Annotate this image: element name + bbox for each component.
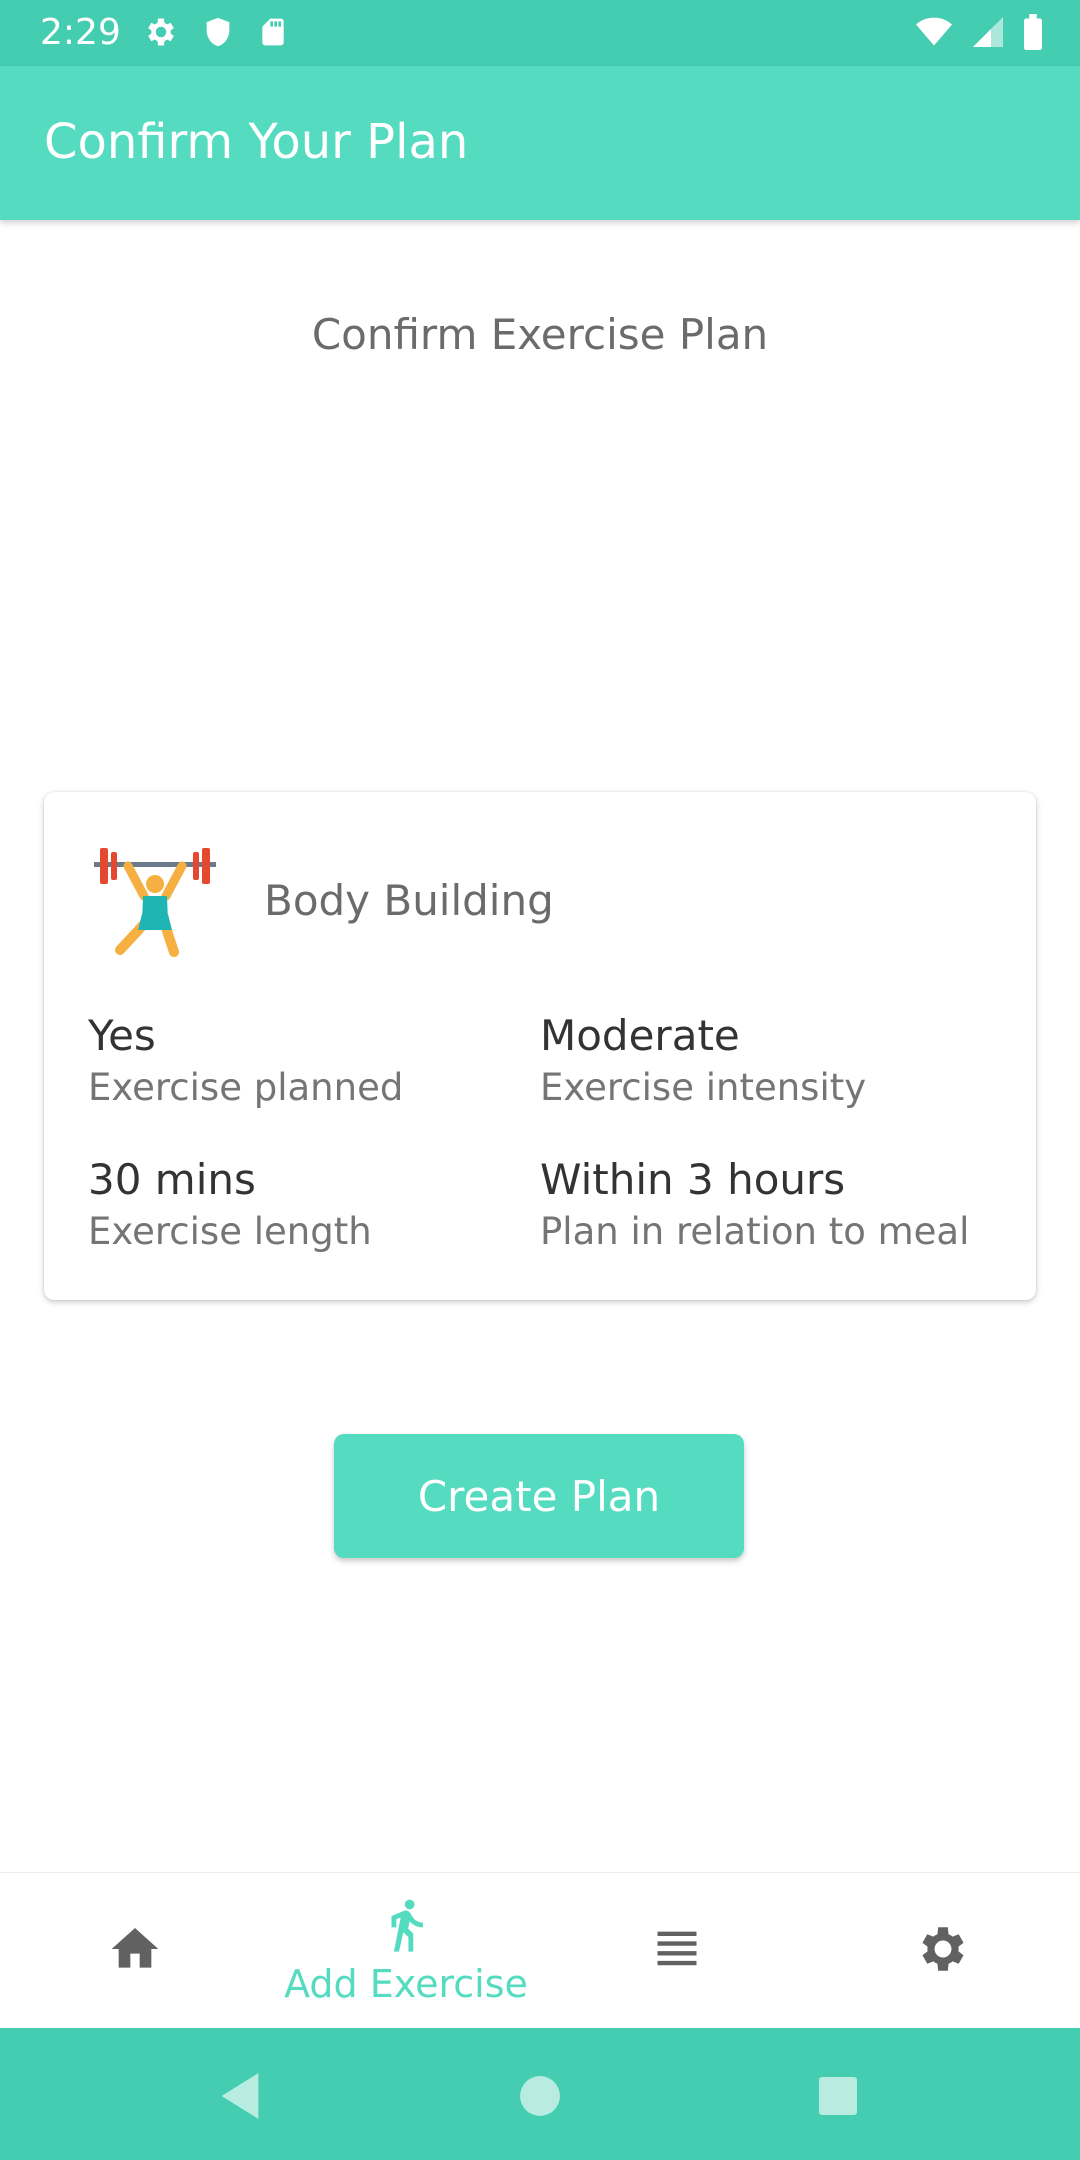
battery-icon [1022, 14, 1044, 54]
create-plan-button[interactable]: Create Plan [334, 1434, 744, 1558]
nav-add-exercise[interactable]: Add Exercise [270, 1873, 542, 2029]
stat-value: Within 3 hours [540, 1155, 846, 1204]
stat-label: Exercise intensity [540, 1066, 867, 1109]
page-title: Confirm Your Plan [44, 114, 469, 170]
sd-card-icon [257, 14, 289, 54]
nav-home[interactable] [70, 1873, 200, 2029]
status-time: 2:29 [40, 12, 121, 53]
gear-icon [914, 1920, 972, 1982]
nav-list[interactable] [612, 1873, 742, 2029]
app-bar: Confirm Your Plan [0, 66, 1080, 220]
recent-apps-icon[interactable] [808, 2068, 868, 2124]
stat-label: Exercise planned [88, 1066, 404, 1109]
back-icon[interactable] [210, 2068, 270, 2124]
exercise-type-title: Body Building [264, 876, 554, 925]
section-heading: Confirm Exercise Plan [311, 310, 769, 359]
stat-exercise-intensity: Moderate Exercise intensity [540, 1010, 866, 1114]
nav-add-exercise-label: Add Exercise [284, 1962, 528, 2006]
shield-icon [201, 14, 235, 54]
list-icon [651, 1923, 703, 1979]
stat-value: Yes [88, 1011, 156, 1060]
stat-value: 30 mins [88, 1155, 256, 1204]
stat-label: Plan in relation to meal [540, 1210, 970, 1253]
home-circle-icon[interactable] [510, 2068, 570, 2124]
status-icons-left [143, 14, 289, 54]
stat-value: Moderate [540, 1011, 740, 1060]
weightlifter-icon [94, 844, 216, 966]
status-bar: 2:29 [0, 0, 1080, 66]
stat-meal-relation: Within 3 hours Plan in relation to meal [540, 1154, 969, 1258]
signal-icon [970, 14, 1006, 54]
nav-settings[interactable] [878, 1873, 1008, 2029]
running-icon [377, 1896, 435, 1958]
wifi-icon [914, 14, 954, 54]
bottom-navigation: Add Exercise [0, 1872, 1080, 2028]
stat-exercise-length: 30 mins Exercise length [88, 1154, 372, 1258]
home-icon [107, 1921, 163, 1981]
exercise-plan-card: Body Building Yes Exercise planned Moder… [44, 792, 1036, 1300]
gear-icon [143, 14, 179, 54]
status-icons-right [914, 14, 1044, 54]
system-navigation-bar [0, 2028, 1080, 2160]
stat-label: Exercise length [88, 1210, 372, 1253]
stat-exercise-planned: Yes Exercise planned [88, 1010, 403, 1114]
